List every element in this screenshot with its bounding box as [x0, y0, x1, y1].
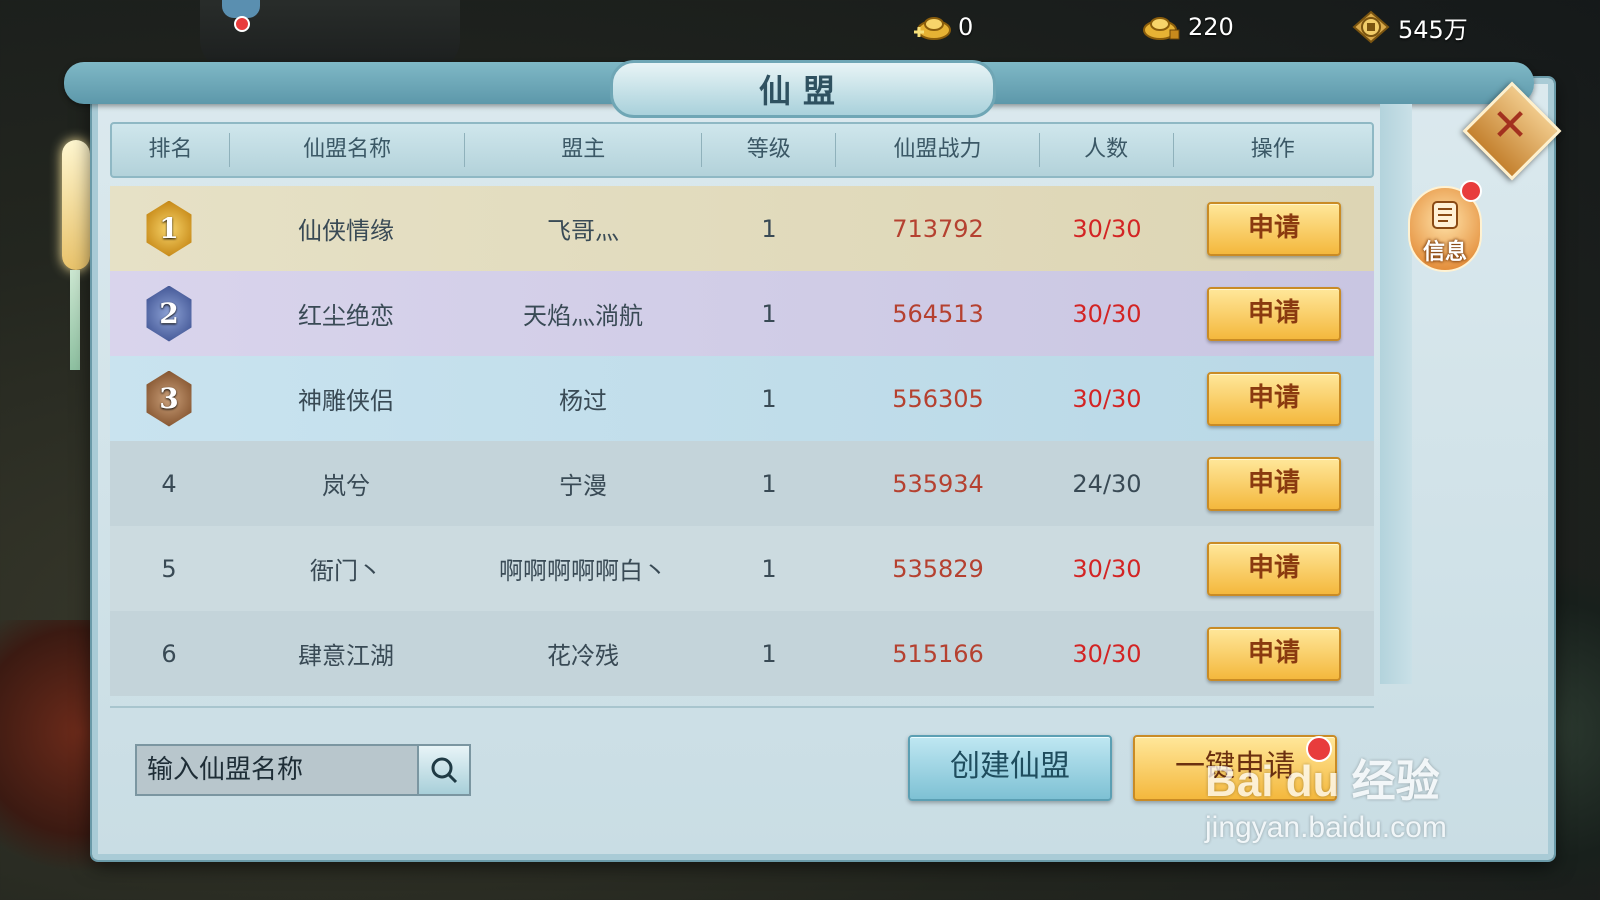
- action-cell: 申请: [1174, 371, 1374, 426]
- copper-coin-icon: [1350, 10, 1392, 44]
- table-bottom-divider: [110, 706, 1374, 708]
- header-name: 仙盟名称: [230, 133, 466, 167]
- alliance-level: 1: [761, 639, 777, 668]
- leader-name: 花冷残: [547, 642, 619, 670]
- alliance-name: 肆意江湖: [298, 642, 394, 670]
- notification-dot: [234, 16, 250, 32]
- apply-button[interactable]: 申请: [1207, 626, 1341, 681]
- header-action: 操作: [1250, 137, 1295, 162]
- table-row: 3 神雕侠侣 杨过 1 556305 30/30 申请: [110, 356, 1374, 441]
- panel-title-plate: 仙盟: [610, 60, 996, 118]
- currency-locked-ingot[interactable]: 220: [1140, 6, 1234, 48]
- member-count: 30/30: [1072, 214, 1142, 243]
- leader-name: 飞哥灬: [547, 217, 619, 245]
- notification-dot: [1460, 180, 1482, 202]
- header-power: 仙盟战力: [836, 133, 1040, 167]
- search-icon: [431, 757, 458, 784]
- apply-button[interactable]: 申请: [1207, 371, 1341, 426]
- apply-button[interactable]: 申请: [1207, 201, 1341, 256]
- table-row: 1 仙侠情缘 飞哥灬 1 713792 30/30 申请: [110, 186, 1374, 271]
- action-cell: 申请: [1174, 201, 1374, 256]
- rank-cell: 1: [110, 200, 228, 257]
- locked-gold-ingot-icon: [1140, 10, 1182, 44]
- bronze-medal-icon: 3: [146, 370, 192, 427]
- tassel-decoration: [70, 270, 80, 370]
- member-count: 30/30: [1072, 554, 1142, 583]
- info-label: 信息: [1422, 240, 1467, 265]
- currency-value: 545万: [1398, 15, 1468, 44]
- search-box: [135, 744, 471, 796]
- apply-button[interactable]: 申请: [1207, 286, 1341, 341]
- lantern-decoration: [62, 140, 90, 270]
- rank-number: 4: [161, 469, 177, 498]
- alliance-level: 1: [761, 469, 777, 498]
- rank-cell: 3: [110, 370, 228, 427]
- alliance-name: 神雕侠侣: [298, 387, 394, 415]
- alliance-power: 564513: [892, 299, 984, 328]
- currency-value: 0: [958, 13, 974, 41]
- close-icon[interactable]: ✕: [1488, 104, 1532, 148]
- leader-name: 杨过: [559, 387, 607, 415]
- alliance-power: 535934: [892, 469, 984, 498]
- currency-value: 220: [1188, 13, 1234, 41]
- header-leader: 盟主: [465, 133, 703, 167]
- alliance-level: 1: [761, 214, 777, 243]
- table-row: 2 红尘绝恋 天焰灬淌航 1 564513 30/30 申请: [110, 271, 1374, 356]
- search-input[interactable]: [137, 746, 417, 794]
- table-row: 6 肆意江湖 花冷残 1 515166 30/30 申请: [110, 611, 1374, 696]
- alliance-name: 红尘绝恋: [298, 302, 394, 330]
- search-button[interactable]: [417, 746, 469, 794]
- action-cell: 申请: [1174, 286, 1374, 341]
- leader-name: 啊啊啊啊啊白丶: [499, 557, 667, 585]
- alliance-table: 排名 仙盟名称 盟主 等级 仙盟战力 人数 操作 1 仙侠情缘 飞哥灬 1 71…: [110, 122, 1374, 696]
- action-cell: 申请: [1174, 541, 1374, 596]
- alliance-power: 556305: [892, 384, 984, 413]
- header-members: 人数: [1040, 133, 1174, 167]
- member-count: 30/30: [1072, 299, 1142, 328]
- currency-gold-ingot[interactable]: 0: [910, 6, 973, 48]
- rank-cell: 2: [110, 285, 228, 342]
- alliance-name: 岚兮: [322, 472, 370, 500]
- scroll-icon: [1432, 201, 1458, 229]
- gold-ingot-add-icon: [910, 10, 952, 44]
- alliance-power: 535829: [892, 554, 984, 583]
- alliance-power: 515166: [892, 639, 984, 668]
- action-cell: 申请: [1174, 456, 1374, 511]
- notification-dot: [1306, 736, 1332, 762]
- panel-right-rail: [1380, 104, 1412, 684]
- table-header: 排名 仙盟名称 盟主 等级 仙盟战力 人数 操作: [110, 122, 1374, 178]
- header-rank: 排名: [112, 133, 231, 167]
- leader-name: 宁漫: [559, 472, 607, 500]
- panel-title: 仙盟: [758, 72, 847, 110]
- table-row: 5 衙门丶 啊啊啊啊啊白丶 1 535829 30/30 申请: [110, 526, 1374, 611]
- alliance-level: 1: [761, 384, 777, 413]
- currency-bar: 0 220 545万: [910, 6, 1590, 48]
- table-body: 1 仙侠情缘 飞哥灬 1 713792 30/30 申请 2 红尘绝恋 天焰灬淌…: [110, 186, 1374, 696]
- member-count: 30/30: [1072, 639, 1142, 668]
- member-count: 24/30: [1072, 469, 1142, 498]
- header-level: 等级: [702, 133, 837, 167]
- alliance-name: 衙门丶: [310, 557, 382, 585]
- member-count: 30/30: [1072, 384, 1142, 413]
- silver-medal-icon: 2: [146, 285, 192, 342]
- alliance-level: 1: [761, 554, 777, 583]
- leader-name: 天焰灬淌航: [523, 302, 643, 330]
- alliance-power: 713792: [892, 214, 984, 243]
- apply-button[interactable]: 申请: [1207, 456, 1341, 511]
- alliance-name: 仙侠情缘: [298, 217, 394, 245]
- currency-coin[interactable]: 545万: [1350, 6, 1468, 48]
- action-cell: 申请: [1174, 626, 1374, 681]
- alliance-level: 1: [761, 299, 777, 328]
- table-row: 4 岚兮 宁漫 1 535934 24/30 申请: [110, 441, 1374, 526]
- create-alliance-button[interactable]: 创建仙盟: [908, 735, 1112, 801]
- rank-number: 5: [161, 554, 177, 583]
- apply-button[interactable]: 申请: [1207, 541, 1341, 596]
- rank-number: 6: [161, 639, 177, 668]
- gold-medal-icon: 1: [146, 200, 192, 257]
